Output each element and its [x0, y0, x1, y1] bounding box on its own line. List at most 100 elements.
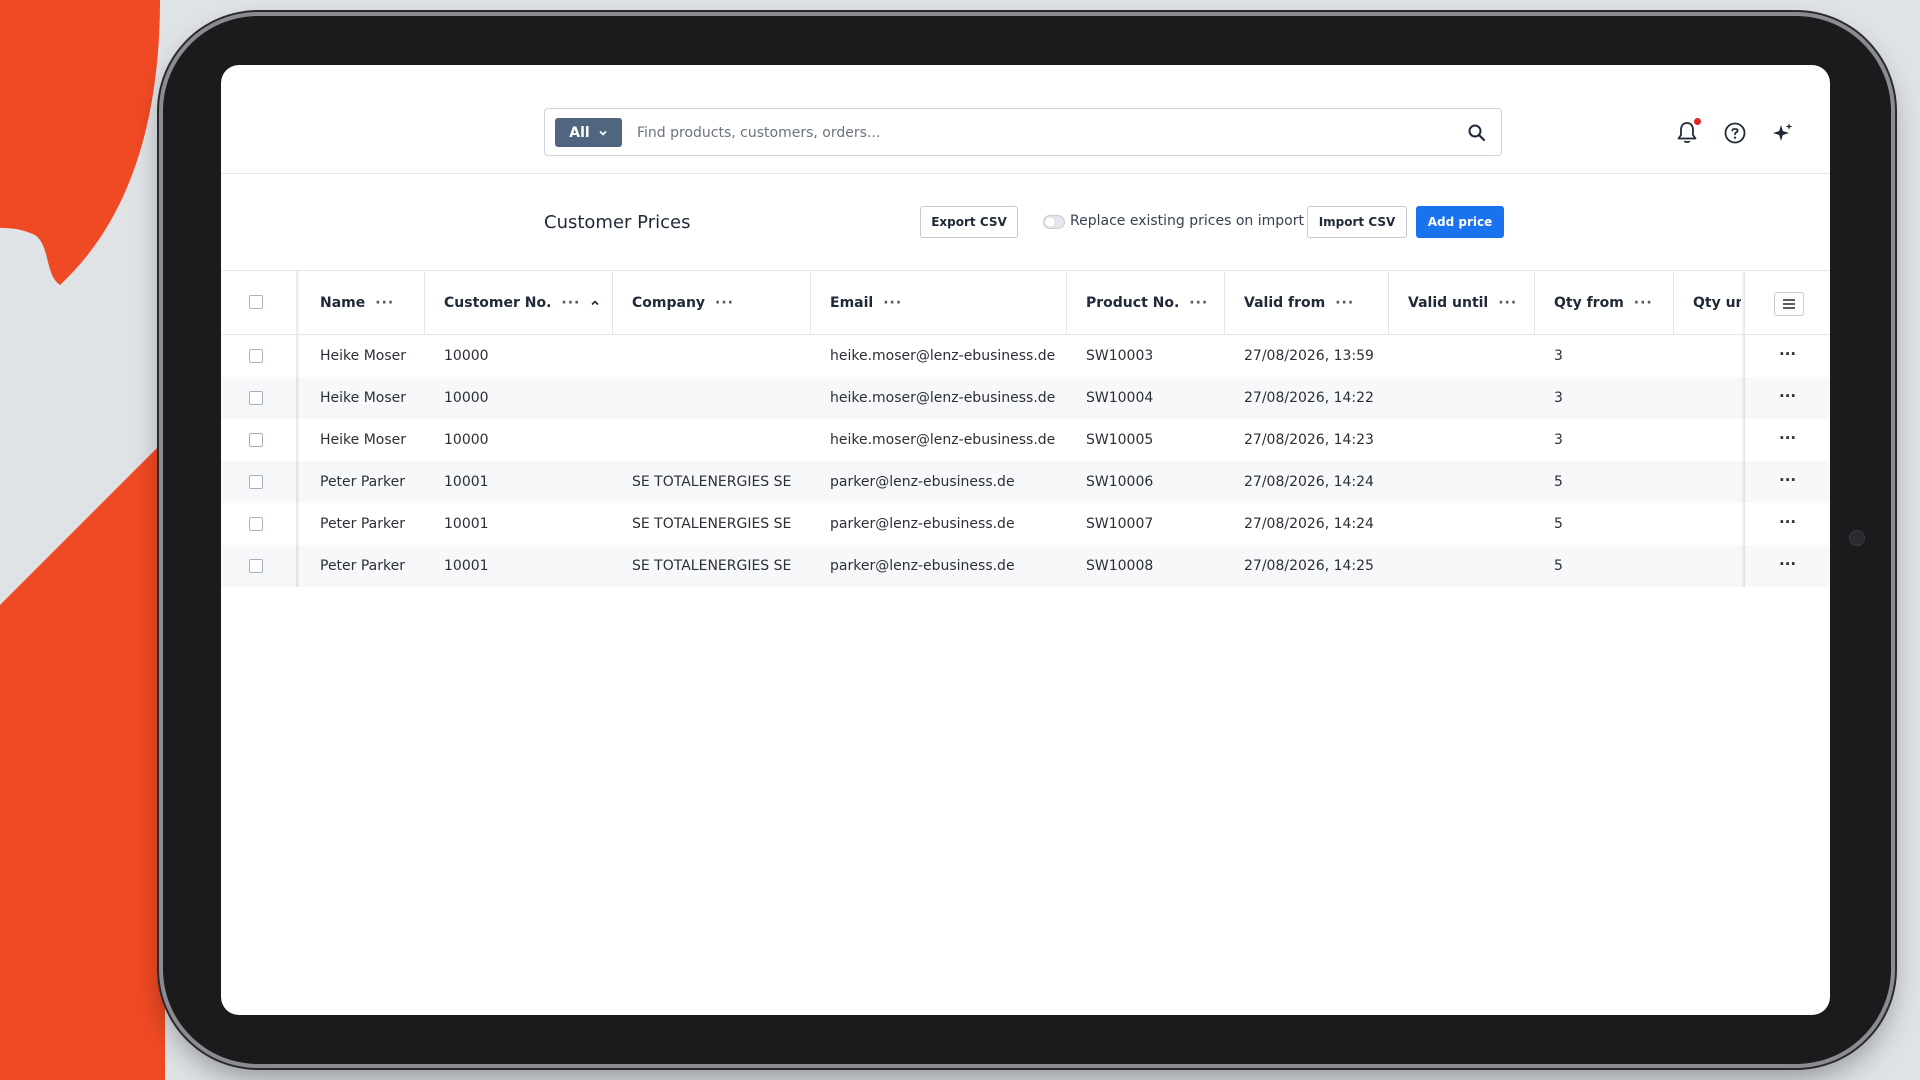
cell-qty-until	[1673, 461, 1741, 503]
select-all-checkbox[interactable]	[249, 295, 263, 309]
cell-customer-no: 10000	[444, 390, 489, 406]
row-checkbox[interactable]	[249, 391, 263, 405]
cell-name: Heike Moser	[320, 390, 407, 406]
search-scope-dropdown[interactable]: All	[555, 118, 622, 147]
cell-email: parker@lenz-ebusiness.de	[830, 516, 1015, 532]
table-row[interactable]: Heike Moser 10000 heike.moser@lenz-ebusine…	[221, 335, 1830, 377]
row-actions-icon[interactable]: ···	[1779, 513, 1796, 531]
app-screen: All Customer Prices Export CSV Replace	[221, 65, 1830, 1015]
column-header-name[interactable]: Name ···	[300, 271, 424, 334]
cell-qty-until	[1673, 503, 1741, 545]
top-bar: All	[221, 65, 1830, 174]
cell-qty-until	[1673, 545, 1741, 587]
cell-product-no: SW10006	[1086, 474, 1154, 490]
cell-valid-until	[1388, 377, 1534, 419]
row-actions-icon[interactable]: ···	[1779, 345, 1796, 363]
cell-email: heike.moser@lenz-ebusiness.de	[830, 432, 1056, 448]
row-actions-icon[interactable]: ···	[1779, 471, 1796, 489]
cell-email: heike.moser@lenz-ebusiness.de	[830, 348, 1056, 364]
add-price-button[interactable]: Add price	[1416, 206, 1504, 238]
column-menu-icon[interactable]: ···	[883, 295, 902, 311]
page-title: Customer Prices	[544, 212, 691, 233]
cell-qty-from: 3	[1554, 348, 1563, 364]
column-header-qty-from[interactable]: Qty from ···	[1534, 271, 1673, 334]
cell-qty-from: 5	[1554, 558, 1563, 574]
search-scope-label: All	[569, 124, 590, 141]
cell-product-no: SW10003	[1086, 348, 1154, 364]
table-body: Heike Moser 10000 heike.moser@lenz-ebusine…	[221, 335, 1830, 587]
search-input[interactable]	[635, 117, 1419, 149]
column-header-qty-until[interactable]: Qty unti	[1673, 271, 1741, 334]
cell-company: SE TOTALENERGIES SE	[632, 516, 792, 532]
cell-customer-no: 10001	[444, 558, 489, 574]
cell-product-no: SW10005	[1086, 432, 1154, 448]
row-actions-icon[interactable]: ···	[1779, 555, 1796, 573]
cell-qty-from: 5	[1554, 516, 1563, 532]
column-header-email[interactable]: Email ···	[810, 271, 1066, 334]
cell-company: SE TOTALENERGIES SE	[632, 558, 792, 574]
cell-customer-no: 10001	[444, 474, 489, 490]
search-icon[interactable]	[1467, 123, 1487, 143]
column-menu-icon[interactable]: ···	[1189, 295, 1208, 311]
cell-qty-from: 3	[1554, 390, 1563, 406]
column-header-valid-from[interactable]: Valid from ···	[1224, 271, 1388, 334]
cell-product-no: SW10007	[1086, 516, 1154, 532]
cell-customer-no: 10001	[444, 516, 489, 532]
cell-valid-from: 27/08/2026, 14:24	[1244, 516, 1374, 532]
notification-dot	[1694, 118, 1701, 125]
row-actions-icon[interactable]: ···	[1779, 387, 1796, 405]
table-header: Name ··· Customer No. ··· Company ··· Em…	[221, 270, 1830, 335]
help-icon[interactable]	[1722, 120, 1748, 146]
cell-email: heike.moser@lenz-ebusiness.de	[830, 390, 1056, 406]
row-checkbox[interactable]	[249, 475, 263, 489]
cell-name: Peter Parker	[320, 516, 405, 532]
import-csv-button[interactable]: Import CSV	[1307, 206, 1407, 238]
cell-valid-from: 27/08/2026, 14:24	[1244, 474, 1374, 490]
row-checkbox[interactable]	[249, 349, 263, 363]
row-checkbox[interactable]	[249, 433, 263, 447]
export-csv-button[interactable]: Export CSV	[920, 206, 1018, 238]
column-header-customer-no[interactable]: Customer No. ···	[424, 271, 612, 334]
global-search: All	[544, 108, 1502, 156]
sort-ascending-icon[interactable]	[590, 298, 600, 308]
cell-company: SE TOTALENERGIES SE	[632, 474, 792, 490]
column-menu-icon[interactable]: ···	[561, 295, 580, 311]
table-row[interactable]: Heike Moser 10000 heike.moser@lenz-ebusine…	[221, 377, 1830, 419]
replace-prices-toggle[interactable]	[1043, 215, 1065, 229]
cell-qty-from: 5	[1554, 474, 1563, 490]
column-menu-icon[interactable]: ···	[715, 295, 734, 311]
cell-name: Heike Moser	[320, 348, 407, 364]
column-menu-icon[interactable]: ···	[375, 295, 394, 311]
column-menu-icon[interactable]: ···	[1498, 295, 1517, 311]
row-checkbox[interactable]	[249, 517, 263, 531]
cell-valid-from: 27/08/2026, 13:59	[1244, 348, 1374, 364]
table-row[interactable]: Peter Parker 10001 SE TOTALENERGIES SE park…	[221, 461, 1830, 503]
cell-company	[612, 377, 810, 419]
hamburger-menu-icon	[1783, 299, 1795, 309]
sparkle-icon[interactable]	[1770, 120, 1796, 146]
cell-customer-no: 10000	[444, 348, 489, 364]
column-menu-icon[interactable]: ···	[1634, 295, 1653, 311]
cell-company	[612, 335, 810, 377]
column-header-company[interactable]: Company ···	[612, 271, 810, 334]
row-actions-icon[interactable]: ···	[1779, 429, 1796, 447]
table-row[interactable]: Heike Moser 10000 heike.moser@lenz-ebusine…	[221, 419, 1830, 461]
cell-name: Peter Parker	[320, 474, 405, 490]
cell-valid-until	[1388, 335, 1534, 377]
column-header-product-no[interactable]: Product No. ···	[1066, 271, 1224, 334]
cell-qty-until	[1673, 377, 1741, 419]
cell-valid-from: 27/08/2026, 14:23	[1244, 432, 1374, 448]
cell-name: Peter Parker	[320, 558, 405, 574]
table-row[interactable]: Peter Parker 10001 SE TOTALENERGIES SE park…	[221, 503, 1830, 545]
cell-qty-until	[1673, 335, 1741, 377]
cell-email: parker@lenz-ebusiness.de	[830, 474, 1015, 490]
cell-valid-until	[1388, 461, 1534, 503]
table-row[interactable]: Peter Parker 10001 SE TOTALENERGIES SE park…	[221, 545, 1830, 587]
row-checkbox[interactable]	[249, 559, 263, 573]
column-header-valid-until[interactable]: Valid until ···	[1388, 271, 1534, 334]
cell-name: Heike Moser	[320, 432, 407, 448]
column-settings-button[interactable]	[1774, 292, 1804, 316]
customer-prices-table: Name ··· Customer No. ··· Company ··· Em…	[221, 270, 1830, 587]
replace-prices-label: Replace existing prices on import	[1070, 213, 1304, 229]
column-menu-icon[interactable]: ···	[1335, 295, 1354, 311]
